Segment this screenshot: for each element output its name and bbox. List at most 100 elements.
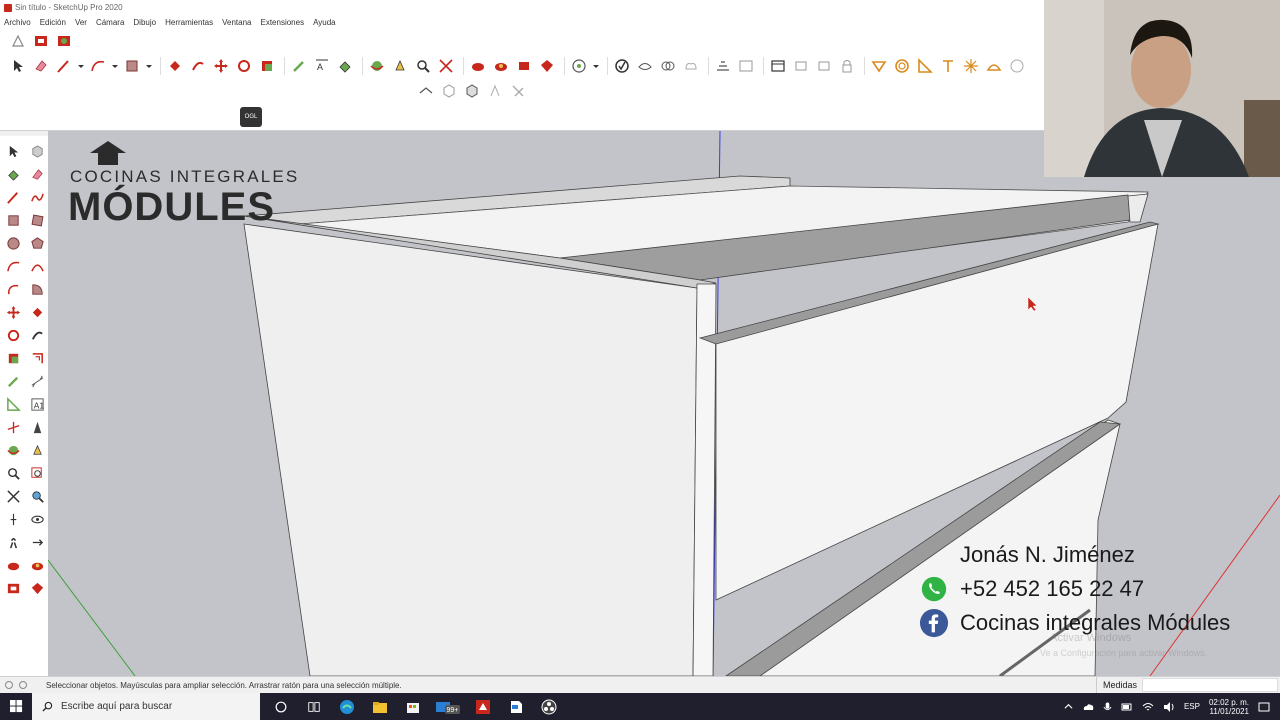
top-view-icon[interactable]: [814, 56, 834, 76]
position-camera-icon[interactable]: [2, 508, 24, 530]
start-button[interactable]: [0, 693, 32, 720]
menu-dibujo[interactable]: Dibujo: [133, 18, 156, 27]
arc-tool-icon[interactable]: [2, 255, 24, 277]
dropdown-arrow-icon[interactable]: [111, 56, 119, 76]
line-tool-icon[interactable]: [54, 56, 74, 76]
rotate-tool-icon[interactable]: [2, 324, 24, 346]
scale-tool-icon[interactable]: [2, 347, 24, 369]
offset-tool-icon[interactable]: [26, 347, 48, 369]
polygon-tool-icon[interactable]: [26, 232, 48, 254]
drape-icon[interactable]: [984, 56, 1004, 76]
pan-tool-icon[interactable]: [390, 56, 410, 76]
layout-taskbar-icon[interactable]: [505, 696, 527, 718]
eraser-tool-icon[interactable]: [31, 56, 51, 76]
box-view-icon[interactable]: [439, 81, 459, 101]
share-component-icon[interactable]: [514, 56, 534, 76]
arc-tool-icon[interactable]: [88, 56, 108, 76]
rotate-tool-icon[interactable]: [234, 56, 254, 76]
wifi-icon[interactable]: [1142, 701, 1154, 713]
lock-view-icon[interactable]: [837, 56, 857, 76]
3d-text-icon[interactable]: [26, 416, 48, 438]
circle-tool-icon[interactable]: [892, 56, 912, 76]
warehouse-3d-icon[interactable]: [468, 56, 488, 76]
pie-tool-icon[interactable]: [26, 278, 48, 300]
flip-edge-icon[interactable]: [1007, 56, 1027, 76]
paint-bucket-icon[interactable]: [335, 56, 355, 76]
input-language[interactable]: ESP: [1184, 702, 1200, 711]
notifications-icon[interactable]: [1258, 701, 1270, 713]
store-icon[interactable]: [402, 696, 424, 718]
section-plane-icon[interactable]: [713, 56, 733, 76]
cortana-icon[interactable]: [270, 696, 292, 718]
obs-icon[interactable]: [538, 696, 560, 718]
rotated-rectangle-icon[interactable]: [26, 209, 48, 231]
scale-tool-icon[interactable]: [257, 56, 277, 76]
sandbox-icon[interactable]: [869, 56, 889, 76]
dimension-tool-icon[interactable]: A: [312, 56, 332, 76]
ruby-console-icon[interactable]: [537, 56, 557, 76]
microphone-icon[interactable]: [1103, 701, 1112, 713]
eraser-tool-icon[interactable]: [26, 163, 48, 185]
shadow-toggle-icon[interactable]: [485, 81, 505, 101]
protractor-icon[interactable]: [2, 393, 24, 415]
menu-ventana[interactable]: Ventana: [222, 18, 251, 27]
orbit-tool-icon[interactable]: [2, 439, 24, 461]
zoom-tool-icon[interactable]: [2, 462, 24, 484]
walk-tool-icon[interactable]: [2, 531, 24, 553]
move-tool-icon[interactable]: [2, 301, 24, 323]
iso-view-icon[interactable]: [791, 56, 811, 76]
circle-tool-icon[interactable]: [2, 232, 24, 254]
orbit-tool-icon[interactable]: [367, 56, 387, 76]
rectangle-tool-icon[interactable]: [2, 209, 24, 231]
ruby-console-icon[interactable]: [26, 577, 48, 599]
protractor-icon[interactable]: [915, 56, 935, 76]
warehouse-3d-icon[interactable]: [2, 554, 24, 576]
menu-extensiones[interactable]: Extensiones: [260, 18, 304, 27]
push-pull-icon[interactable]: [165, 56, 185, 76]
solid-check-icon[interactable]: [612, 56, 632, 76]
battery-icon[interactable]: [1121, 702, 1133, 712]
volume-icon[interactable]: [1163, 701, 1175, 713]
extension-warehouse-button[interactable]: [31, 31, 51, 51]
edge-browser-icon[interactable]: [336, 696, 358, 718]
follow-me-icon[interactable]: [26, 324, 48, 346]
paint-bucket-icon[interactable]: [2, 163, 24, 185]
three-point-arc-icon[interactable]: [2, 278, 24, 300]
front-view-icon[interactable]: [462, 81, 482, 101]
window-view-icon[interactable]: [768, 56, 788, 76]
axes-tool-icon[interactable]: [938, 56, 958, 76]
zoom-window-icon[interactable]: [26, 462, 48, 484]
menu-archivo[interactable]: Archivo: [4, 18, 31, 27]
push-pull-icon[interactable]: [26, 301, 48, 323]
line-tool-icon[interactable]: [2, 186, 24, 208]
dropdown-arrow-icon[interactable]: [145, 56, 153, 76]
file-explorer-icon[interactable]: [369, 696, 391, 718]
dropdown-arrow-icon[interactable]: [77, 56, 85, 76]
taskbar-search[interactable]: Escribe aquí para buscar: [32, 693, 260, 720]
section-fill-icon[interactable]: [416, 81, 436, 101]
display-section-icon[interactable]: [736, 56, 756, 76]
freehand-tool-icon[interactable]: [26, 186, 48, 208]
menu-edicion[interactable]: Edición: [40, 18, 66, 27]
previous-view-icon[interactable]: [26, 485, 48, 507]
component-tool-icon[interactable]: [26, 140, 48, 162]
dropdown-arrow-icon[interactable]: [592, 56, 600, 76]
share-model-icon[interactable]: [491, 56, 511, 76]
follow-me-icon[interactable]: [188, 56, 208, 76]
rectangle-tool-icon[interactable]: [122, 56, 142, 76]
tape-measure-icon[interactable]: [2, 370, 24, 392]
two-point-arc-icon[interactable]: [26, 255, 48, 277]
zoom-extents-icon[interactable]: [436, 56, 456, 76]
pan-tool-icon[interactable]: [26, 439, 48, 461]
select-tool-icon[interactable]: [2, 140, 24, 162]
zoom-extents-icon[interactable]: [2, 485, 24, 507]
measurements-input[interactable]: [1142, 678, 1278, 692]
union-solid-icon[interactable]: [681, 56, 701, 76]
section-plane-icon[interactable]: [26, 531, 48, 553]
axes-tool-icon[interactable]: [2, 416, 24, 438]
chevron-up-icon[interactable]: [1064, 702, 1073, 711]
warehouse-button[interactable]: [8, 31, 28, 51]
dimension-tool-icon[interactable]: [26, 370, 48, 392]
smoove-icon[interactable]: [961, 56, 981, 76]
info-status-icon[interactable]: [19, 681, 27, 689]
